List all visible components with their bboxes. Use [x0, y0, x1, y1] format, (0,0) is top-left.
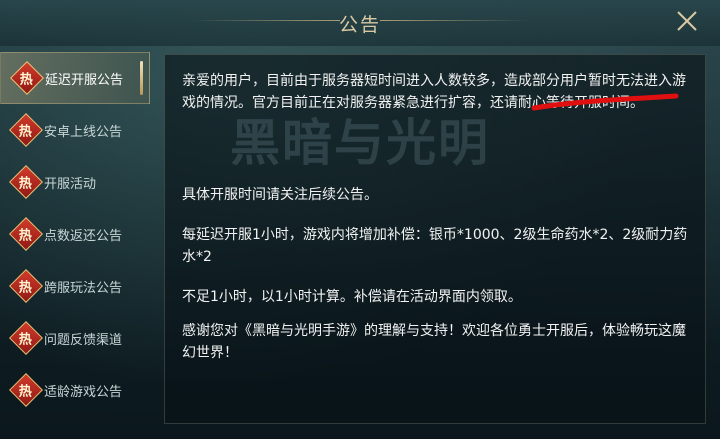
sidebar-item-feedback[interactable]: 热 问题反馈渠道 [0, 312, 150, 364]
close-icon[interactable] [674, 8, 700, 34]
announcement-paragraph: 感谢您对《黑暗与光明手游》的理解与支持！欢迎各位勇士开服后，体验畅玩这魔幻世界！ [182, 323, 686, 361]
hot-badge-icon: 热 [10, 61, 44, 95]
sidebar-item-cross-server[interactable]: 热 跨服玩法公告 [0, 260, 150, 312]
sidebar-item-label: 适龄游戏公告 [44, 384, 123, 400]
hot-badge-icon: 热 [9, 113, 43, 147]
announcement-sidebar: 热 延迟开服公告 热 安卓上线公告 热 开服活动 热 点数返还公告 热 跨服玩法… [0, 52, 150, 416]
sidebar-item-label: 延迟开服公告 [45, 72, 124, 88]
sidebar-item-launch-events[interactable]: 热 开服活动 [0, 156, 150, 208]
sidebar-item-age-rating[interactable]: 热 适龄游戏公告 [0, 364, 150, 416]
hot-badge-icon: 热 [9, 217, 43, 251]
sidebar-item-points-refund[interactable]: 热 点数返还公告 [0, 208, 150, 260]
hot-badge-icon: 热 [9, 165, 43, 199]
sidebar-item-label: 点数返还公告 [44, 228, 123, 244]
hot-badge-icon: 热 [9, 269, 43, 303]
page-title: 公告 [338, 14, 381, 36]
sidebar-item-android-launch[interactable]: 热 安卓上线公告 [0, 104, 150, 156]
sidebar-item-label: 问题反馈渠道 [44, 332, 123, 348]
sidebar-item-label: 开服活动 [44, 176, 97, 192]
hot-badge-icon: 热 [9, 321, 43, 355]
announcement-paragraph: 具体开服时间请关注后续公告。 [182, 187, 378, 203]
announcement-paragraph: 不足1小时，以1小时计算。补偿请在活动界面内领取。 [182, 289, 522, 305]
hot-badge-icon: 热 [9, 373, 43, 407]
sidebar-item-label: 安卓上线公告 [44, 124, 123, 140]
red-underline-annotation [531, 93, 679, 111]
sidebar-item-label: 跨服玩法公告 [44, 280, 123, 296]
announcement-paragraph: 每延迟开服1小时，游戏内将增加补偿：银币*1000、2级生命药水*2、2级耐力药… [182, 227, 688, 265]
title-ornament-right [380, 20, 530, 21]
sidebar-item-delayed-launch[interactable]: 热 延迟开服公告 [0, 52, 150, 104]
title-bar: 公告 [0, 0, 720, 46]
